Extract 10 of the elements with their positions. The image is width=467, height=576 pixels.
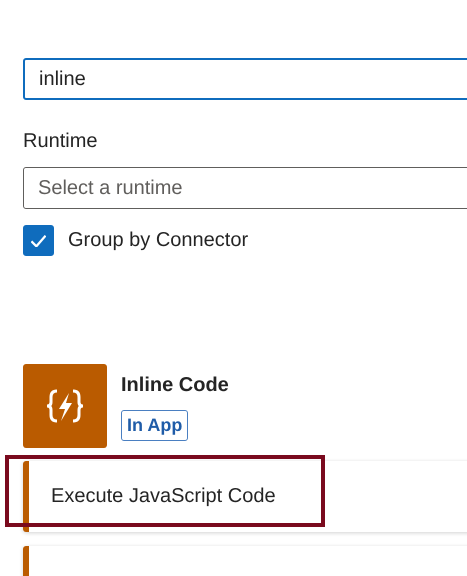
runtime-label: Runtime (23, 129, 98, 153)
checkbox[interactable] (23, 225, 54, 256)
action-name: Execute JavaScript Code (51, 485, 276, 508)
search-field[interactable]: inline (23, 58, 467, 100)
checkmark-icon (31, 234, 46, 246)
runtime-dropdown[interactable]: Select a runtime (23, 167, 467, 209)
in-app-badge: In App (121, 410, 188, 441)
action-card[interactable]: Execute JavaScript Code (23, 461, 467, 532)
checkbox-label: Group by Connector (68, 229, 248, 252)
connector-name: Inline Code (121, 374, 229, 397)
